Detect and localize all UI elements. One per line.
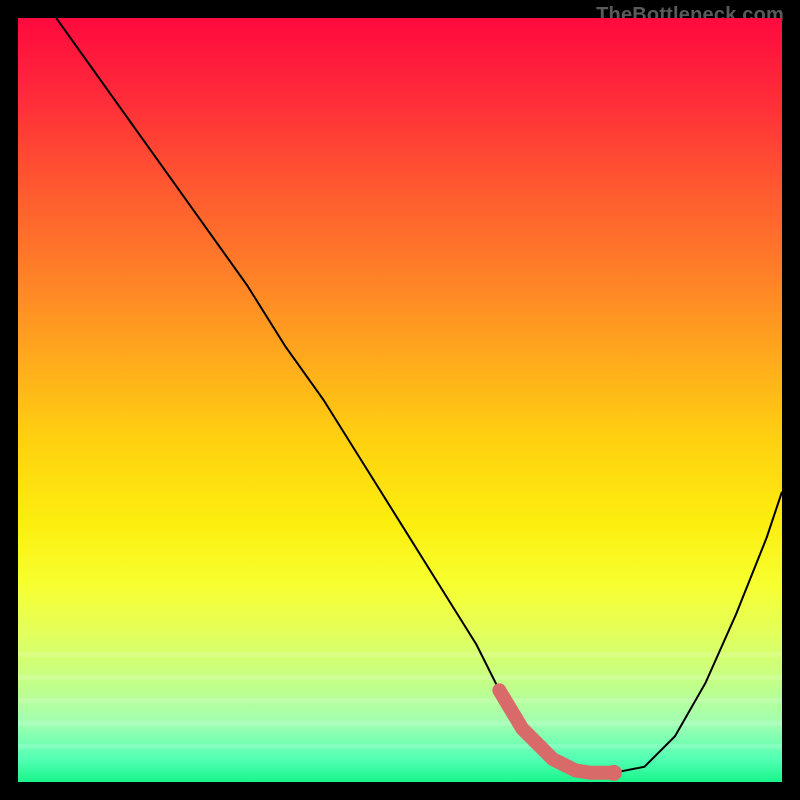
highlight-segment	[499, 690, 614, 773]
highlight-end-dot	[606, 765, 622, 781]
curve-layer	[18, 18, 782, 782]
plot-area	[18, 18, 782, 782]
chart-container: TheBottleneck.com	[0, 0, 800, 800]
curve	[56, 18, 782, 773]
